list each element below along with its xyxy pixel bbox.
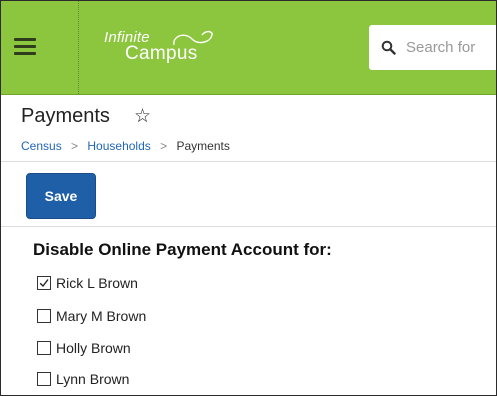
breadcrumb-separator: > [160, 139, 168, 153]
infinite-campus-logo[interactable]: Infinite Campus [104, 29, 244, 73]
breadcrumb: Census > Households > Payments [21, 139, 230, 153]
person-row-holly[interactable]: Holly Brown [37, 337, 131, 359]
section-heading: Disable Online Payment Account for: [33, 240, 332, 259]
person-row-lynn[interactable]: Lynn Brown [37, 368, 129, 390]
checkbox-unchecked[interactable] [37, 341, 51, 355]
breadcrumb-link-census[interactable]: Census [21, 139, 62, 153]
breadcrumb-current-payments: Payments [176, 139, 230, 153]
person-row-mary[interactable]: Mary M Brown [37, 305, 146, 327]
checkbox-checked[interactable] [37, 276, 51, 290]
breadcrumb-separator: > [71, 139, 79, 153]
checkbox-unchecked[interactable] [37, 372, 51, 386]
person-name: Mary M Brown [56, 308, 147, 324]
save-button[interactable]: Save [26, 173, 96, 219]
checkbox-unchecked[interactable] [37, 309, 51, 323]
person-row-rick[interactable]: Rick L Brown [37, 272, 138, 294]
main-content: Disable Online Payment Account for: Rick… [1, 227, 496, 395]
star-outline-icon[interactable]: ☆ [134, 105, 151, 128]
action-toolbar: Save [1, 162, 496, 227]
breadcrumb-link-households[interactable]: Households [87, 139, 150, 153]
main-menu-button[interactable] [1, 1, 79, 94]
top-header-bar: Infinite Campus [1, 1, 496, 95]
search-icon [381, 40, 396, 55]
person-name: Holly Brown [56, 340, 131, 356]
app-window: Infinite Campus Payments ☆ Census > Hous… [0, 0, 497, 396]
search-box[interactable] [369, 25, 496, 70]
search-input[interactable] [406, 25, 496, 70]
logo-text-campus: Campus [125, 43, 198, 64]
person-name: Rick L Brown [56, 275, 138, 291]
page-title-area: Payments ☆ Census > Households > Payment… [1, 95, 496, 162]
page-title: Payments [21, 105, 110, 127]
person-name: Lynn Brown [56, 371, 130, 387]
hamburger-menu-icon [14, 38, 36, 56]
checkmark-icon [39, 279, 49, 288]
